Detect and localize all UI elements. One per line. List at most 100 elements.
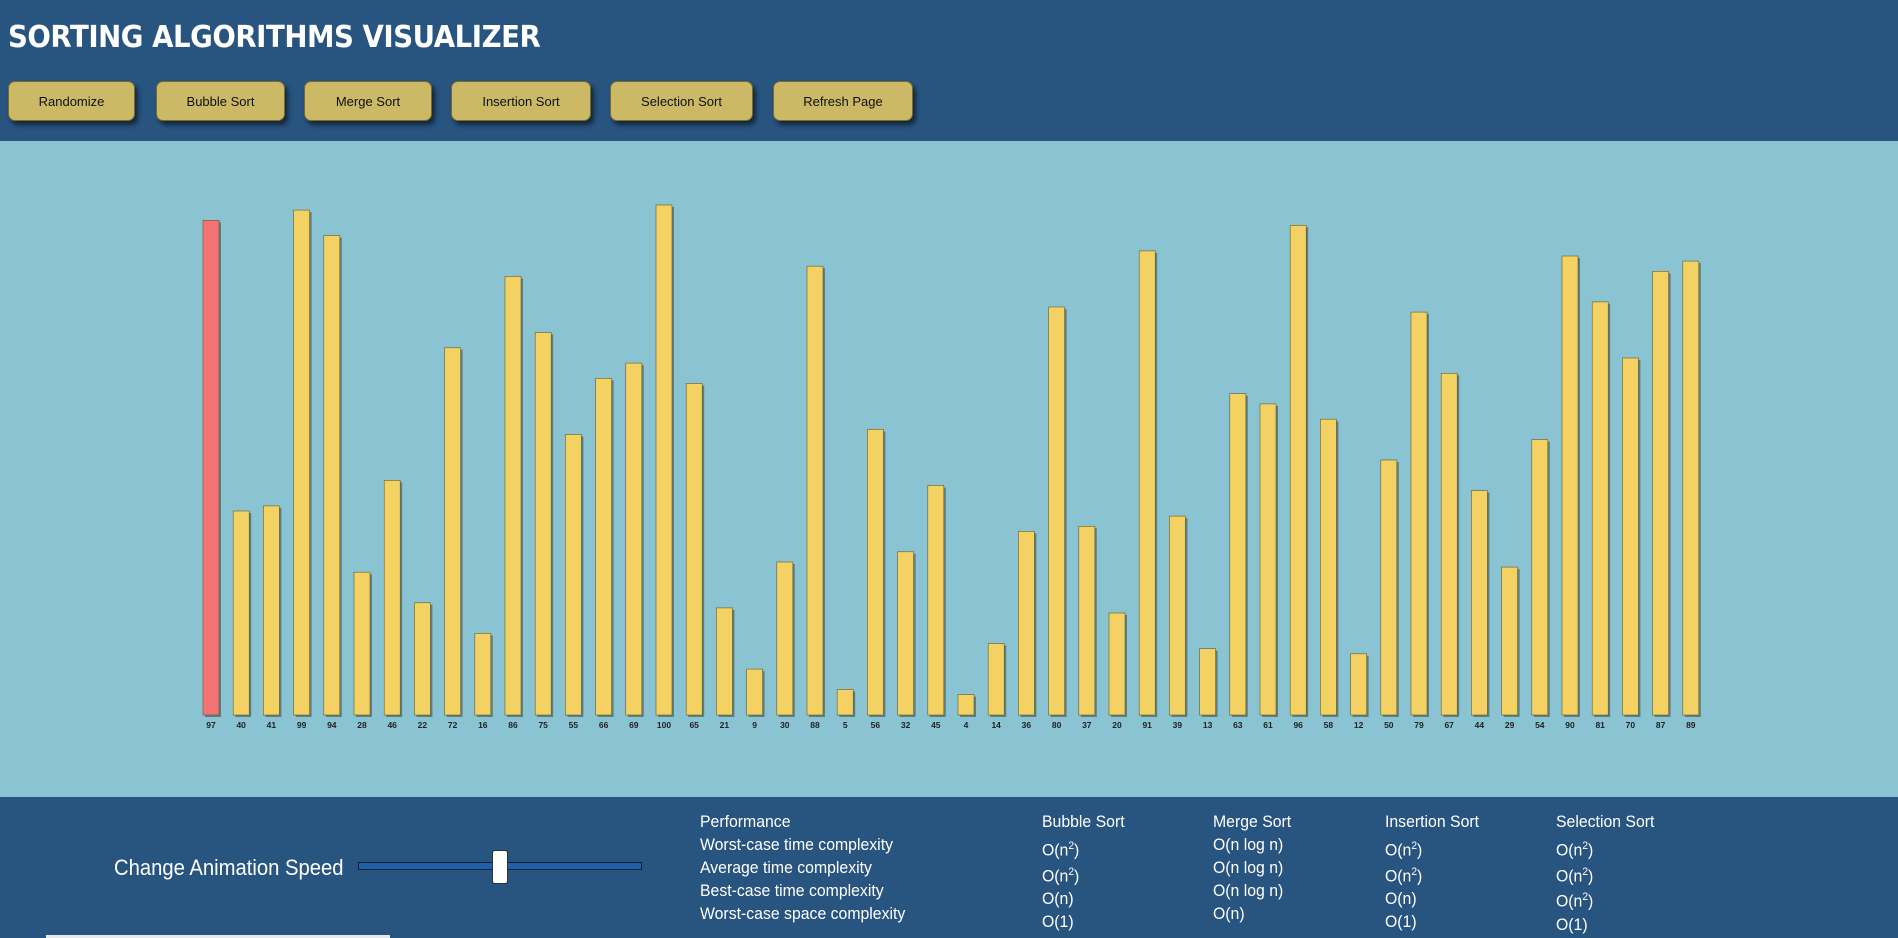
- bar-44: [1531, 439, 1549, 716]
- bar-26: [987, 643, 1005, 716]
- bar-43: [1501, 566, 1518, 716]
- bar-label-29: 37: [1082, 720, 1092, 730]
- perf-value-1-space: O(n): [1213, 904, 1245, 923]
- speed-slider-thumb[interactable]: [492, 850, 508, 884]
- perf-col-header-3: Selection Sort: [1556, 812, 1655, 831]
- bar-label-30: 20: [1112, 720, 1122, 730]
- bar-label-16: 65: [689, 720, 699, 730]
- bar-17: [716, 607, 733, 716]
- bar-label-2: 41: [267, 720, 277, 730]
- bar-18: [746, 668, 763, 716]
- perf-value-2-space: O(1): [1385, 912, 1417, 931]
- bar-label-35: 61: [1263, 720, 1273, 730]
- speed-label: Change Animation Speed: [114, 855, 344, 880]
- bar-49: [1682, 260, 1700, 716]
- randomize-button[interactable]: Randomize: [8, 81, 135, 121]
- bar-29: [1078, 525, 1096, 716]
- perf-value-3-best: O(n2): [1556, 891, 1594, 911]
- bar-34: [1229, 393, 1247, 716]
- bar-8: [444, 347, 461, 716]
- bar-label-21: 5: [843, 720, 848, 730]
- bar-label-15: 100: [657, 720, 671, 730]
- bar-label-49: 89: [1686, 720, 1696, 730]
- perf-col-header-1: Merge Sort: [1213, 812, 1292, 831]
- bar-label-13: 66: [599, 720, 609, 730]
- bar-chart: 97 40 41 99 94 28 46 22 72 16 86 75 55 66 69 100 65 21 9 30…: [202, 204, 1701, 730]
- refresh-page-button[interactable]: Refresh Page: [773, 81, 913, 121]
- bar-45: [1561, 255, 1579, 716]
- bar-27: [1018, 531, 1035, 716]
- bar-6: [383, 480, 401, 716]
- bar-label-10: 86: [508, 720, 518, 730]
- perf-value-0-worst: O(n2): [1042, 840, 1080, 860]
- perf-value-0-space: O(1): [1042, 912, 1074, 931]
- bar-21: [836, 689, 854, 716]
- bar-36: [1289, 225, 1307, 716]
- bar-22: [867, 429, 884, 716]
- bar-label-7: 22: [418, 720, 428, 730]
- bar-20: [806, 265, 824, 716]
- bar-7: [414, 602, 431, 716]
- bar-35: [1259, 403, 1277, 716]
- insertion-sort-button[interactable]: Insertion Sort: [451, 81, 591, 121]
- perf-value-2-best: O(n): [1385, 889, 1417, 908]
- bar-33: [1199, 648, 1216, 716]
- bar-label-34: 63: [1233, 720, 1243, 730]
- bar-label-1: 40: [236, 720, 246, 730]
- bar-label-3: 99: [297, 720, 307, 730]
- bubble-sort-button[interactable]: Bubble Sort: [156, 81, 285, 121]
- bar-40: [1410, 311, 1428, 716]
- bar-30: [1108, 612, 1126, 716]
- bar-label-27: 36: [1022, 720, 1032, 730]
- bar-label-26: 14: [991, 720, 1001, 730]
- perf-row-label-2: Average time complexity: [700, 858, 872, 877]
- perf-row-label-0: Performance: [700, 812, 791, 831]
- selection-sort-button[interactable]: Selection Sort: [610, 81, 753, 121]
- bar-label-22: 56: [871, 720, 881, 730]
- bar-10: [504, 276, 522, 716]
- bar-label-43: 29: [1505, 720, 1515, 730]
- bar-31: [1138, 250, 1156, 716]
- bar-label-0: 97: [206, 720, 216, 730]
- bar-2: [263, 505, 280, 716]
- bar-label-19: 30: [780, 720, 790, 730]
- bar-42: [1471, 490, 1488, 716]
- perf-value-1-average: O(n log n): [1213, 858, 1284, 877]
- merge-sort-button[interactable]: Merge Sort: [304, 81, 432, 121]
- bar-label-31: 91: [1142, 720, 1152, 730]
- bar-3: [293, 209, 310, 716]
- bar-13: [595, 378, 612, 716]
- sorting-visualization: 97 40 41 99 94 28 46 22 72 16 86 75 55 66 69 100 65 21 9 30…: [0, 141, 1898, 797]
- bar-label-23: 32: [901, 720, 911, 730]
- bar-label-4: 94: [327, 720, 337, 730]
- bar-32: [1169, 515, 1186, 716]
- perf-value-3-worst: O(n2): [1556, 840, 1594, 860]
- bar-11: [534, 332, 552, 716]
- bar-5: [353, 571, 371, 716]
- perf-value-3-average: O(n2): [1556, 866, 1594, 886]
- perf-value-2-average: O(n2): [1385, 866, 1423, 886]
- bar-label-41: 67: [1444, 720, 1454, 730]
- bar-label-9: 16: [478, 720, 488, 730]
- bar-label-36: 96: [1293, 720, 1303, 730]
- bar-label-25: 4: [964, 720, 969, 730]
- perf-row-label-3: Best-case time complexity: [700, 881, 884, 900]
- bar-label-32: 39: [1173, 720, 1183, 730]
- bar-label-46: 81: [1595, 720, 1605, 730]
- perf-value-0-best: O(n): [1042, 889, 1074, 908]
- app-title: SORTING ALGORITHMS VISUALIZER: [8, 20, 541, 55]
- bar-label-44: 54: [1535, 720, 1545, 730]
- perf-col-header-2: Insertion Sort: [1385, 812, 1480, 831]
- bar-4: [323, 235, 341, 716]
- bar-label-24: 45: [931, 720, 941, 730]
- perf-value-3-space: O(1): [1556, 915, 1588, 934]
- perf-value-1-worst: O(n log n): [1213, 835, 1284, 854]
- bar-label-48: 87: [1656, 720, 1666, 730]
- bar-label-20: 88: [810, 720, 820, 730]
- bar-label-40: 79: [1414, 720, 1424, 730]
- bar-23: [897, 551, 914, 716]
- bar-label-12: 55: [569, 720, 579, 730]
- bar-label-18: 9: [752, 720, 757, 730]
- bar-47: [1622, 357, 1639, 716]
- bar-label-42: 44: [1475, 720, 1485, 730]
